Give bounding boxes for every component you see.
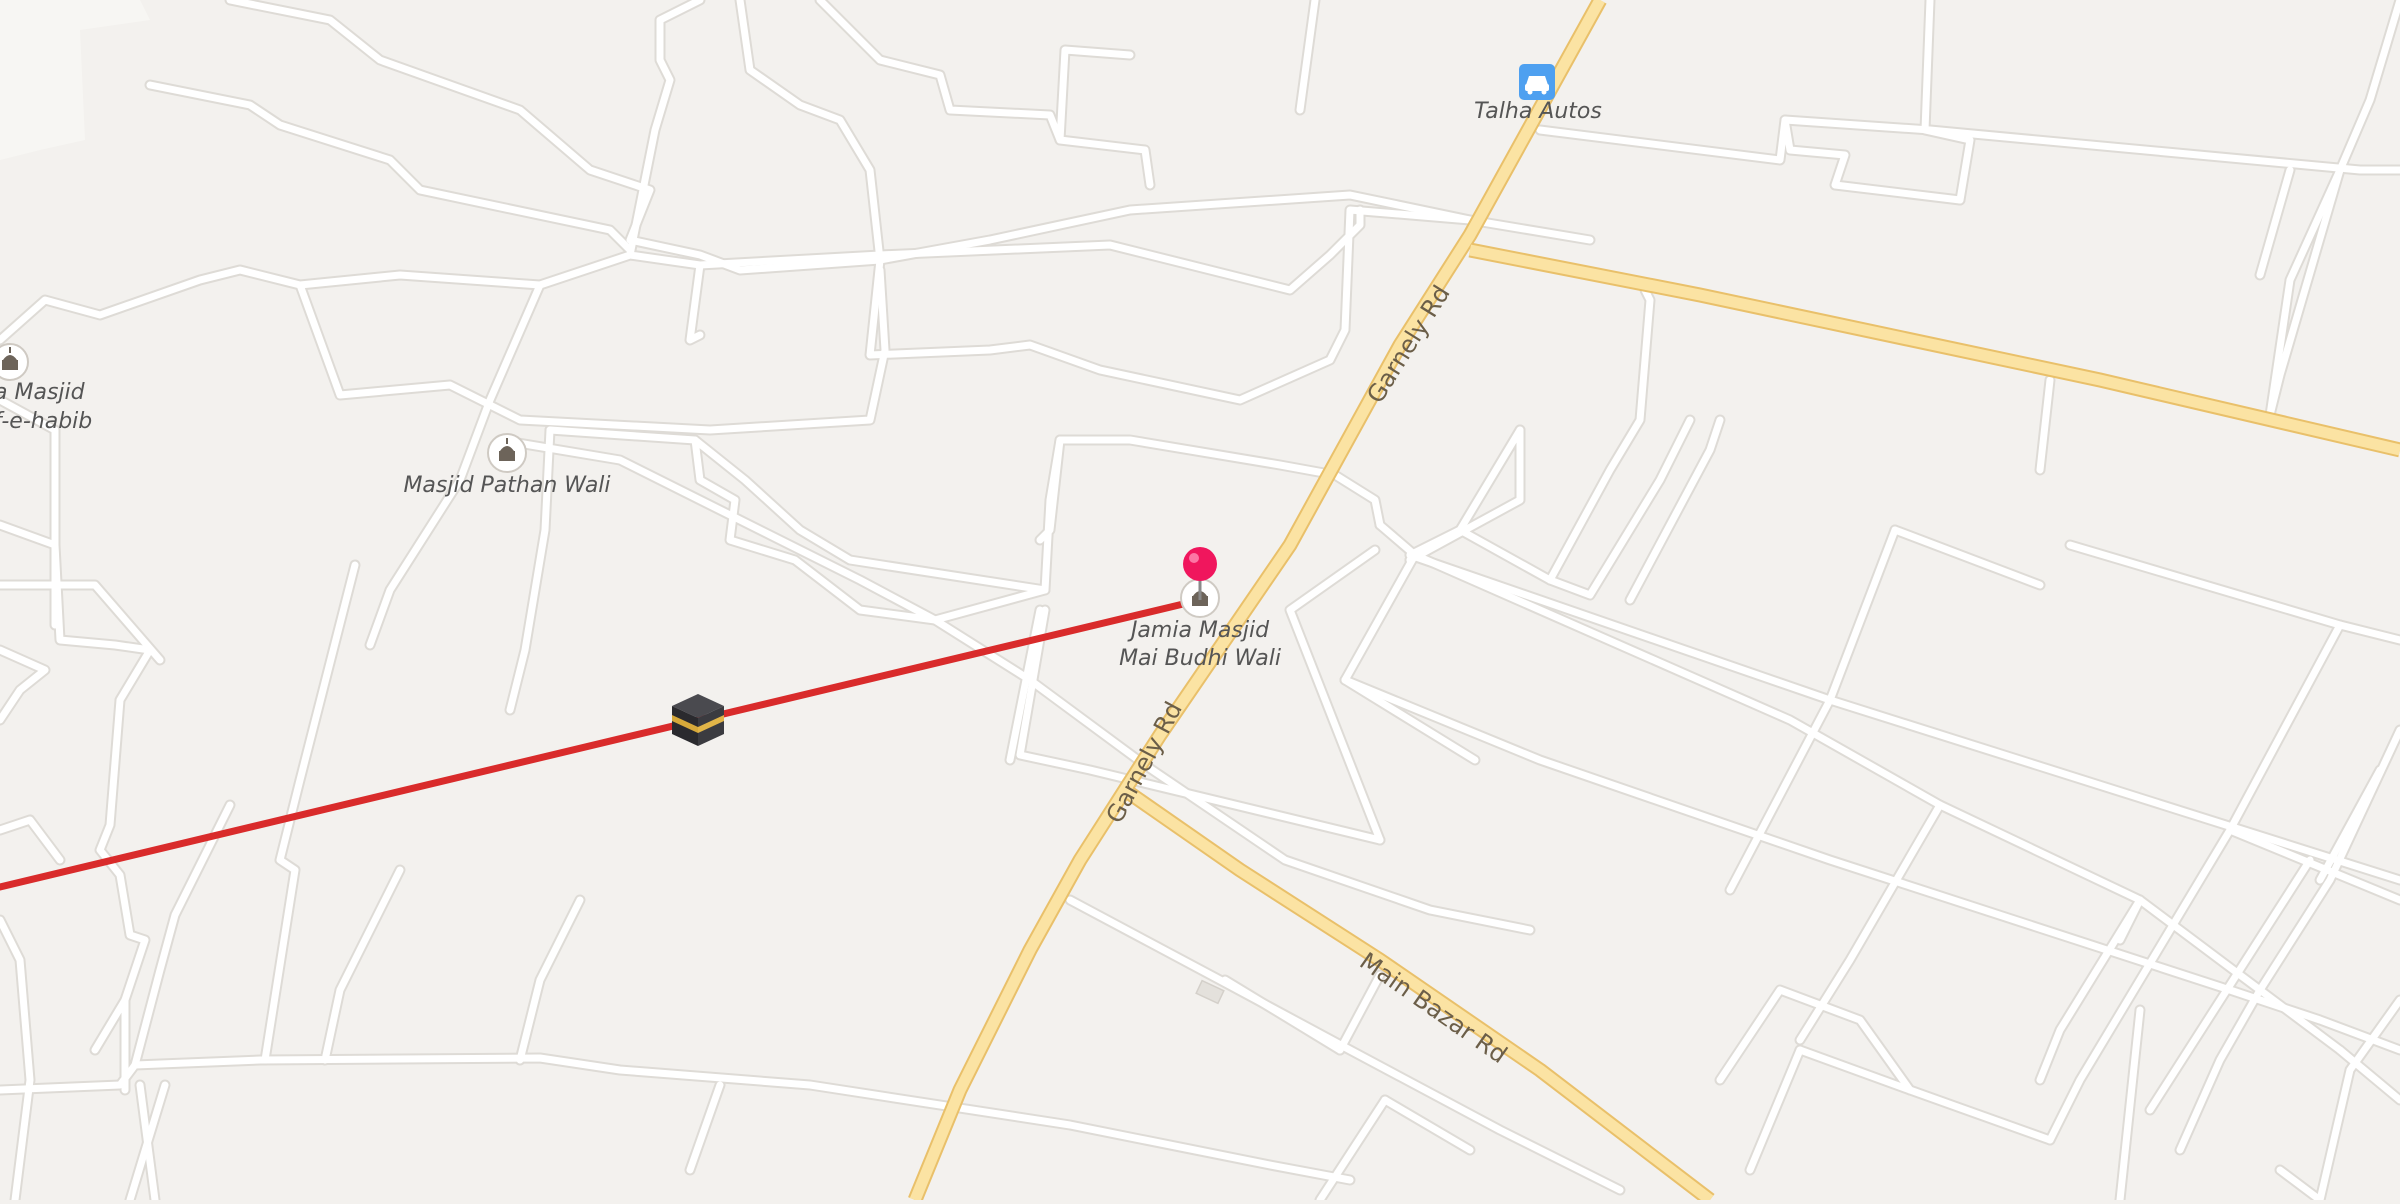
poi-label-mosque-left-line2: f-e-habib	[0, 409, 92, 434]
poi-label-jamia-masjid-line2: Mai Budhi Wali	[1119, 646, 1281, 671]
car-icon[interactable]	[1519, 64, 1555, 100]
poi-label-masjid-pathan-wali: Masjid Pathan Wali	[403, 473, 610, 498]
map-svg[interactable]: Garnely Rd Garnely Rd Main Bazar Rd a Ma…	[0, 0, 2400, 1204]
poi-label-talha-autos: Talha Autos	[1474, 99, 1602, 124]
mosque-icon[interactable]	[0, 343, 29, 381]
poi-label-mosque-left-line1: a Masjid	[0, 380, 86, 405]
mosque-icon[interactable]	[487, 433, 527, 473]
map-canvas[interactable]: Garnely Rd Garnely Rd Main Bazar Rd a Ma…	[0, 0, 2400, 1204]
poi-label-jamia-masjid-line1: Jamia Masjid	[1127, 618, 1270, 643]
